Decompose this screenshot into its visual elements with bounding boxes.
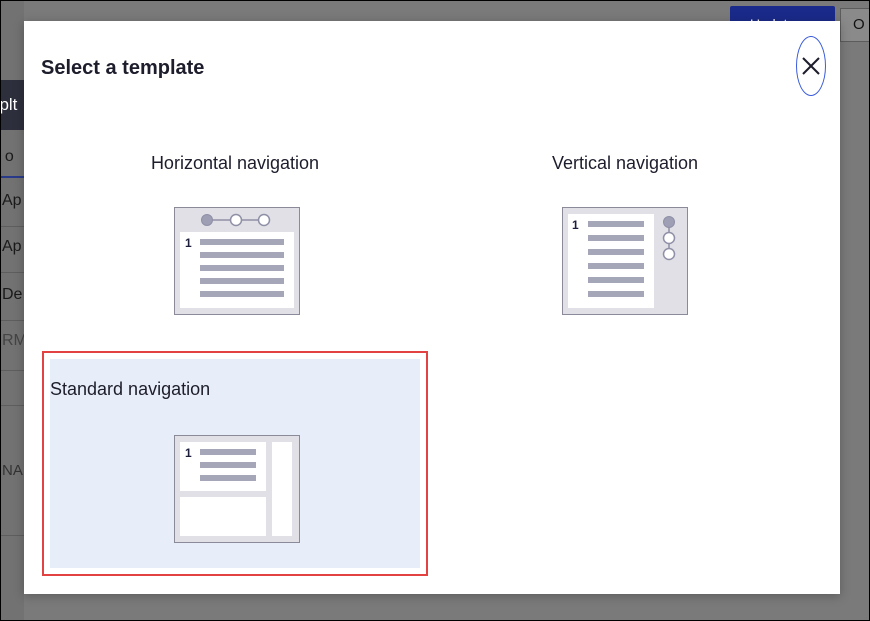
background-divider	[0, 370, 24, 371]
svg-text:1: 1	[185, 236, 192, 250]
vertical-navigation-thumbnail: 1	[562, 207, 688, 315]
svg-text:1: 1	[572, 218, 579, 232]
background-divider	[0, 535, 24, 536]
template-option-vertical-navigation[interactable]: Vertical navigation 1	[432, 131, 818, 331]
background-list-item: Ap	[2, 238, 22, 255]
template-option-standard-navigation[interactable]: Standard navigation 1	[42, 351, 428, 576]
background-list-item: Ap	[2, 192, 22, 209]
standard-navigation-thumbnail: 1	[174, 435, 300, 543]
dialog-title: Select a template	[41, 57, 205, 79]
horizontal-navigation-thumbnail: 1	[174, 207, 300, 315]
background-list-item: RM	[2, 332, 24, 349]
background-divider	[0, 226, 24, 227]
close-icon	[802, 57, 820, 75]
background-divider	[0, 320, 24, 321]
background-divider	[0, 272, 24, 273]
option-label: Vertical navigation	[551, 153, 699, 173]
option-label: Standard navigation	[50, 379, 211, 399]
background-page-header: nplt	[0, 80, 24, 130]
background-select: t o	[0, 142, 24, 178]
option-label: Horizontal navigation	[150, 153, 320, 173]
select-template-dialog: Select a template Horizontal navigation …	[24, 21, 840, 594]
template-option-horizontal-navigation[interactable]: Horizontal navigation 1	[42, 131, 428, 331]
background-secondary-button: O	[840, 8, 870, 42]
background-list-item: De	[2, 286, 23, 303]
background-divider	[0, 405, 24, 406]
svg-text:1: 1	[185, 446, 192, 460]
close-button[interactable]	[796, 36, 826, 96]
background-label: NA	[2, 462, 23, 479]
selected-highlight: Standard navigation 1	[50, 359, 420, 568]
